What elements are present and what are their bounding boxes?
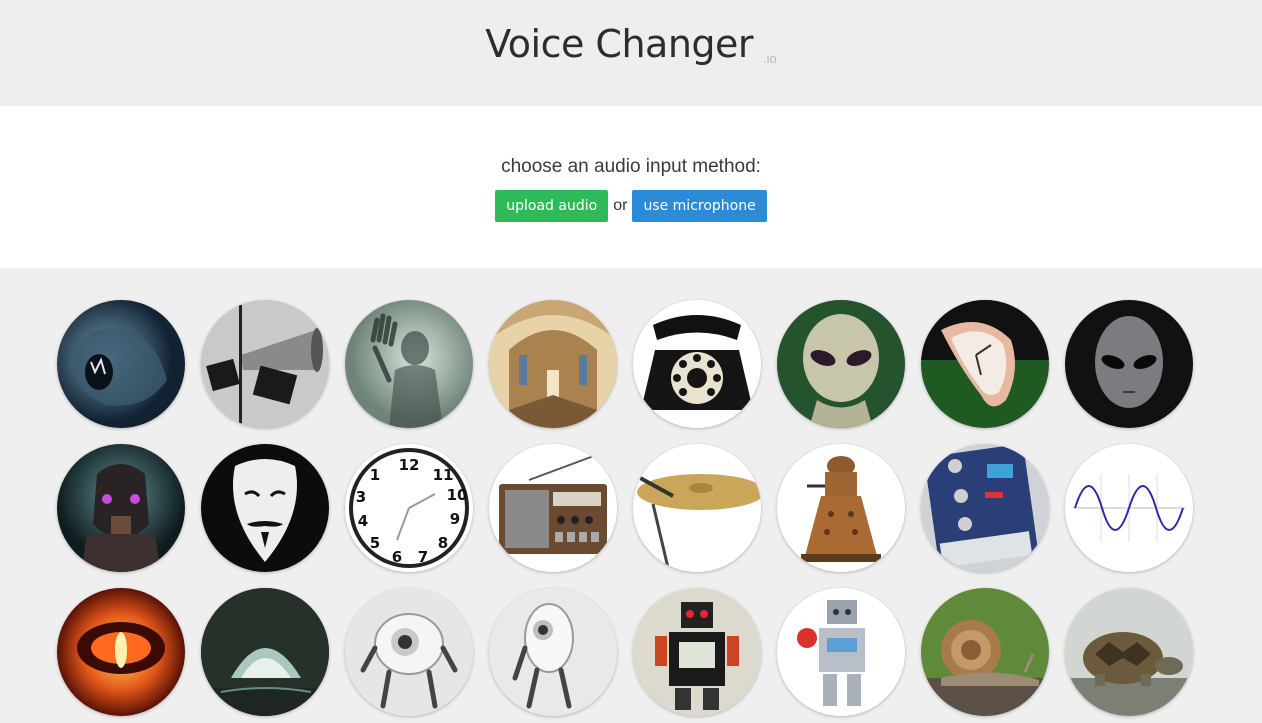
ghost-icon xyxy=(345,300,473,428)
svg-text:12: 12 xyxy=(399,456,420,474)
snail-icon xyxy=(921,588,1049,716)
svg-text:3: 3 xyxy=(356,488,366,506)
title-wrap: Voice Changer .io xyxy=(0,22,1262,66)
dalek-icon xyxy=(777,444,905,572)
upload-audio-button[interactable]: upload audio xyxy=(495,190,609,222)
cathedral-icon xyxy=(489,300,617,428)
svg-text:1: 1 xyxy=(370,466,380,484)
input-button-row: upload audio or use microphone xyxy=(0,190,1262,222)
monster-icon xyxy=(57,300,185,428)
effect-melting-clock-icon[interactable] xyxy=(921,300,1049,428)
svg-text:7: 7 xyxy=(418,548,428,566)
grey-alien-icon xyxy=(1065,300,1193,428)
effect-white-robot-side-icon[interactable] xyxy=(489,588,617,716)
effect-grey-alien-icon[interactable] xyxy=(1065,300,1193,428)
effect-tortoise-icon[interactable] xyxy=(1065,588,1193,716)
lego-robot-icon xyxy=(777,588,905,716)
cymbal-icon xyxy=(633,444,761,572)
effect-white-robot-icon[interactable] xyxy=(345,588,473,716)
svg-text:10: 10 xyxy=(447,486,468,504)
cave-icon xyxy=(201,588,329,716)
effect-toy-robot-icon[interactable] xyxy=(633,588,761,716)
reversed-clock-icon: 12 11 10 987 654 31 xyxy=(345,444,473,572)
effect-robot-skull-icon[interactable] xyxy=(57,444,185,572)
audio-input-panel: choose an audio input method: upload aud… xyxy=(0,106,1262,268)
title-suffix: .io xyxy=(763,51,777,66)
svg-text:8: 8 xyxy=(438,534,448,552)
alien-icon xyxy=(777,300,905,428)
white-robot-side-icon xyxy=(489,588,617,716)
white-robot-icon xyxy=(345,588,473,716)
site-header: Voice Changer .io xyxy=(0,0,1262,106)
effect-radio-icon[interactable] xyxy=(489,444,617,572)
effect-fire-eye-icon[interactable] xyxy=(57,588,185,716)
page-title: Voice Changer xyxy=(485,22,754,66)
effects-grid: 12 11 10 987 654 31 xyxy=(0,268,1262,723)
use-microphone-button[interactable]: use microphone xyxy=(632,190,767,222)
or-label: or xyxy=(613,197,628,214)
effect-dalek-icon[interactable] xyxy=(777,444,905,572)
effect-telephone-icon[interactable] xyxy=(633,300,761,428)
svg-text:9: 9 xyxy=(450,510,460,528)
effect-lego-robot-icon[interactable] xyxy=(777,588,905,716)
tortoise-icon xyxy=(1065,588,1193,716)
effect-ghost-icon[interactable] xyxy=(345,300,473,428)
svg-text:6: 6 xyxy=(392,548,402,566)
sine-wave-icon xyxy=(1065,444,1193,572)
effect-guitar-pedal-icon[interactable] xyxy=(921,444,1049,572)
robot-skull-icon xyxy=(57,444,185,572)
telephone-icon xyxy=(633,300,761,428)
svg-text:11: 11 xyxy=(433,466,454,484)
effect-cathedral-icon[interactable] xyxy=(489,300,617,428)
radio-icon xyxy=(489,444,617,572)
effect-snail-icon[interactable] xyxy=(921,588,1049,716)
megaphone-icon xyxy=(201,300,329,428)
toy-robot-icon xyxy=(633,588,761,716)
effect-anonymous-mask-icon[interactable] xyxy=(201,444,329,572)
effect-reversed-clock-icon[interactable]: 12 11 10 987 654 31 xyxy=(345,444,473,572)
input-prompt: choose an audio input method: xyxy=(501,156,761,177)
anonymous-mask-icon xyxy=(201,444,329,572)
melting-clock-icon xyxy=(921,300,1049,428)
effect-megaphone-icon[interactable] xyxy=(201,300,329,428)
guitar-pedal-icon xyxy=(921,444,1049,572)
effect-monster-icon[interactable] xyxy=(57,300,185,428)
svg-text:5: 5 xyxy=(370,534,380,552)
effect-sine-wave-icon[interactable] xyxy=(1065,444,1193,572)
fire-eye-icon xyxy=(57,588,185,716)
effect-alien-icon[interactable] xyxy=(777,300,905,428)
svg-text:4: 4 xyxy=(358,512,368,530)
effect-cymbal-icon[interactable] xyxy=(633,444,761,572)
effect-cave-icon[interactable] xyxy=(201,588,329,716)
